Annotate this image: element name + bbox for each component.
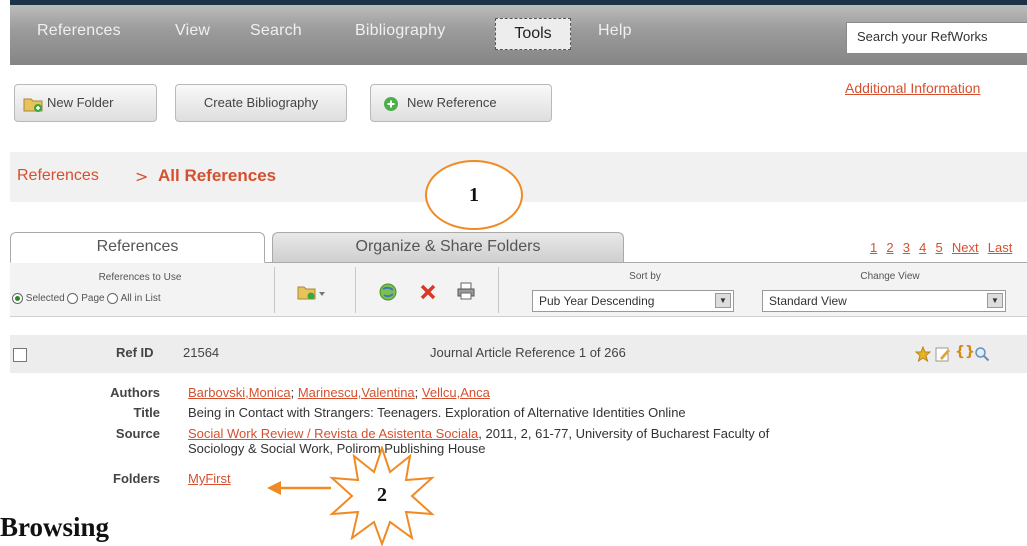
folder-link[interactable]: MyFirst	[188, 471, 231, 486]
page-2-link[interactable]: 2	[886, 240, 893, 255]
arrow-left-icon	[267, 481, 331, 495]
radio-page[interactable]	[67, 293, 79, 304]
new-folder-button[interactable]: New Folder	[14, 84, 157, 122]
sort-by-label: Sort by	[629, 271, 661, 282]
radio-all-label: All in List	[120, 293, 161, 305]
authors-value: Barbovski,Monica; Marinescu,Valentina; V…	[188, 385, 490, 400]
new-reference-button[interactable]: New Reference	[370, 84, 552, 122]
refid-value: 21564	[183, 345, 220, 360]
tab-references[interactable]: References	[10, 232, 265, 263]
last-page-link[interactable]: Last	[988, 240, 1013, 255]
main-nav: References View Search Bibliography Tool…	[10, 5, 1027, 65]
folder-add-icon	[23, 98, 43, 112]
chevron-down-icon: ▼	[987, 293, 1003, 308]
radio-all-in-list[interactable]	[107, 293, 119, 304]
breadcrumb-separator: >	[135, 167, 149, 186]
nav-view[interactable]: View	[175, 22, 210, 40]
nav-tools[interactable]: Tools	[495, 18, 571, 50]
search-input[interactable]: Search your RefWorks	[846, 22, 1027, 54]
change-view-select[interactable]: Standard View ▼	[762, 290, 1006, 312]
caption: Browsing	[0, 512, 110, 542]
title-value: Being in Contact with Strangers: Teenage…	[188, 405, 686, 420]
author-link[interactable]: Barbovski,Monica	[188, 385, 291, 400]
toolbar-divider	[274, 267, 275, 313]
radio-page-label: Page	[81, 293, 105, 305]
breadcrumb-current: All References	[158, 166, 277, 185]
magnifier-icon[interactable]	[974, 346, 990, 362]
source-label: Source	[115, 426, 160, 441]
callout-starburst-label: 2	[377, 484, 387, 506]
refworks-window: References View Search Bibliography Tool…	[10, 0, 1027, 500]
create-bibliography-button[interactable]: Create Bibliography	[175, 84, 347, 122]
source-link[interactable]: Social Work Review / Revista de Asistent…	[188, 426, 478, 441]
nav-help[interactable]: Help	[598, 22, 632, 40]
cite-icon[interactable]: {}	[955, 344, 975, 360]
folders-label: Folders	[113, 471, 160, 486]
globe-icon[interactable]	[379, 283, 397, 301]
radio-selected[interactable]	[12, 293, 23, 304]
toolbar-divider	[498, 267, 499, 313]
add-circle-icon	[384, 97, 398, 111]
nav-search[interactable]: Search	[250, 22, 302, 40]
reference-header: Ref ID 21564 Journal Article Reference 1…	[10, 335, 1027, 373]
chevron-down-icon: ▼	[715, 293, 731, 308]
authors-label: Authors	[110, 385, 160, 400]
add-to-folder-icon[interactable]	[297, 285, 327, 301]
callout-circle: 1	[425, 160, 523, 230]
author-link[interactable]: Vellcu,Anca	[422, 385, 490, 400]
tab-organize-share-folders[interactable]: Organize & Share Folders	[272, 232, 624, 262]
references-to-use-label: References to Use	[98, 272, 182, 283]
sort-by-select[interactable]: Pub Year Descending ▼	[532, 290, 734, 312]
edit-icon[interactable]	[935, 346, 951, 362]
pagination: 1 2 3 4 5 Next Last	[865, 240, 1012, 256]
change-view-label: Change View	[860, 271, 920, 282]
reference-type: Journal Article Reference 1 of 266	[430, 345, 626, 360]
nav-references[interactable]: References	[37, 22, 121, 40]
delete-icon[interactable]	[420, 284, 436, 300]
page-1-link[interactable]: 1	[870, 240, 877, 255]
title-label: Title	[133, 405, 161, 420]
additional-information-link[interactable]: Additional Information	[845, 80, 980, 96]
page-4-link[interactable]: 4	[919, 240, 926, 255]
nav-bibliography[interactable]: Bibliography	[355, 22, 445, 40]
star-icon[interactable]	[915, 346, 931, 362]
breadcrumb-references[interactable]: References	[17, 167, 99, 185]
new-folder-label: New Folder	[47, 95, 114, 110]
references-to-use-options: Selected Page All in List	[12, 293, 161, 304]
page-3-link[interactable]: 3	[903, 240, 910, 255]
radio-selected-label: Selected	[25, 293, 65, 305]
folders-value: MyFirst	[188, 471, 231, 486]
source-value: Social Work Review / Revista de Asistent…	[188, 426, 1018, 456]
source-rest: , 2011, 2, 61-77, University of Buchares…	[478, 426, 770, 441]
change-view-value: Standard View	[769, 294, 847, 308]
next-page-link[interactable]: Next	[952, 240, 979, 255]
author-link[interactable]: Marinescu,Valentina	[298, 385, 415, 400]
reference-checkbox[interactable]	[13, 348, 27, 362]
new-reference-label: New Reference	[407, 95, 497, 110]
page-5-link[interactable]: 5	[936, 240, 943, 255]
toolbar-divider	[355, 267, 356, 313]
print-icon[interactable]	[457, 282, 475, 300]
refid-label: Ref ID	[116, 345, 154, 360]
sort-by-value: Pub Year Descending	[539, 294, 655, 308]
